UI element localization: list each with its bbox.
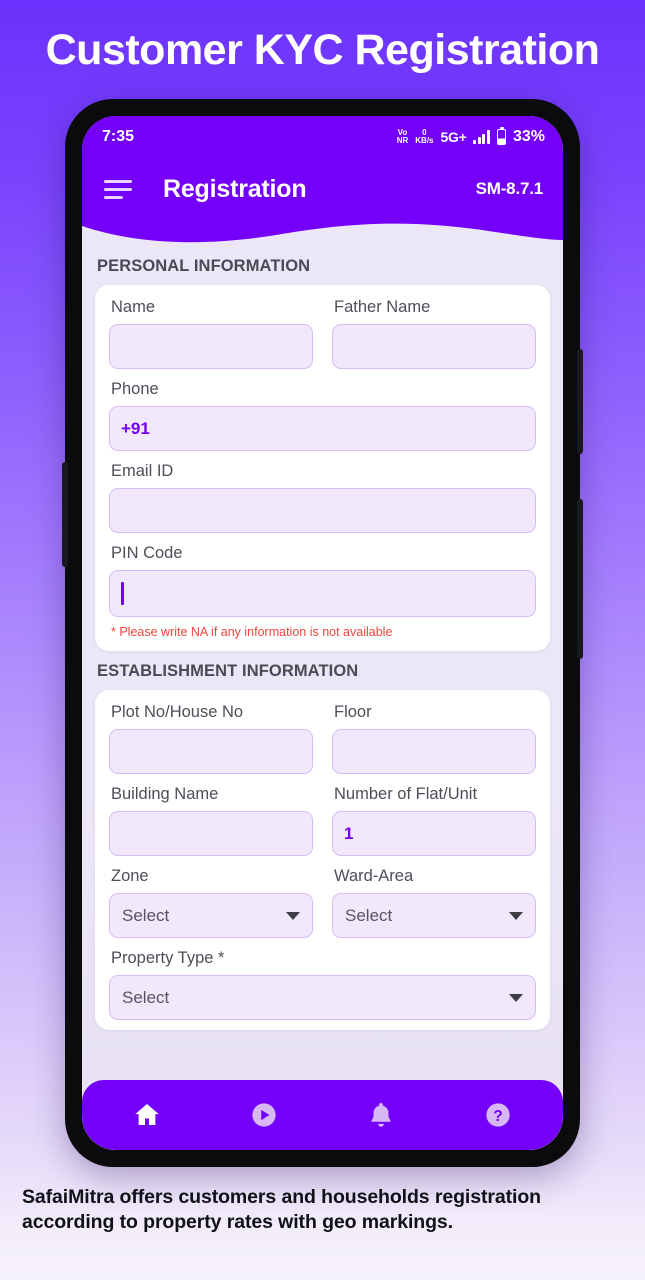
- label-zone: Zone: [111, 867, 149, 885]
- battery-percent-label: 33%: [512, 128, 545, 145]
- label-email: Email ID: [111, 462, 174, 480]
- input-father-name[interactable]: [332, 324, 536, 369]
- label-pin-code: PIN Code: [111, 544, 183, 562]
- network-type-label: 5G+: [440, 129, 467, 145]
- field-ward-area: Ward-Area Select: [332, 867, 536, 938]
- bottom-navigation-bar: ?: [82, 1080, 563, 1150]
- input-floor[interactable]: [332, 729, 536, 774]
- battery-icon: [496, 126, 506, 145]
- play-circle-icon: [249, 1100, 279, 1130]
- label-property-type: Property Type *: [111, 949, 225, 967]
- input-building-name[interactable]: [109, 811, 313, 856]
- field-row-plot-floor: Plot No/House No Floor: [109, 703, 536, 774]
- label-phone: Phone: [111, 380, 159, 398]
- field-zone: Zone Select: [109, 867, 313, 938]
- field-row-building-flat: Building Name Number of Flat/Unit 1: [109, 785, 536, 856]
- hamburger-menu-icon[interactable]: [104, 179, 132, 199]
- signal-bars-icon: [473, 130, 490, 144]
- svg-text:?: ?: [494, 1108, 504, 1125]
- field-pin-code: PIN Code: [109, 544, 536, 617]
- page-title: Customer KYC Registration: [45, 26, 600, 74]
- help-circle-icon: ?: [483, 1100, 513, 1130]
- data-rate-indicator: 0 KB/s: [415, 128, 434, 145]
- label-floor: Floor: [334, 703, 372, 721]
- app-bar: Registration SM-8.7.1: [82, 158, 563, 220]
- input-number-of-flat[interactable]: 1: [332, 811, 536, 856]
- label-name: Name: [111, 298, 156, 316]
- input-phone[interactable]: +91: [109, 406, 536, 451]
- phone-side-button-power: [577, 349, 583, 454]
- nav-item-notifications[interactable]: [353, 1091, 409, 1139]
- field-plot-no: Plot No/House No: [109, 703, 313, 774]
- field-email: Email ID: [109, 462, 536, 533]
- app-bar-title: Registration: [163, 174, 307, 203]
- label-plot-no: Plot No/House No: [111, 703, 244, 721]
- text-cursor: [121, 582, 124, 605]
- status-bar: 7:35 Vo NR 0 KB/s 5G+ 33%: [82, 116, 563, 158]
- phone-side-button-left: [62, 462, 68, 567]
- phone-screen: 7:35 Vo NR 0 KB/s 5G+ 33% Registration S…: [82, 116, 563, 1150]
- label-father-name: Father Name: [334, 298, 431, 316]
- field-building-name: Building Name: [109, 785, 313, 856]
- status-bar-indicators: Vo NR 0 KB/s 5G+ 33%: [396, 126, 545, 146]
- field-row-name: Name Father Name: [109, 298, 536, 369]
- bell-icon: [366, 1100, 396, 1130]
- nav-item-home[interactable]: [119, 1091, 175, 1139]
- field-number-of-flat: Number of Flat/Unit 1: [332, 785, 536, 856]
- home-icon: [132, 1100, 162, 1130]
- dropdown-property-type-value: Select: [122, 987, 170, 1007]
- chevron-down-icon: [509, 911, 523, 920]
- dropdown-ward-area[interactable]: Select: [332, 893, 536, 938]
- field-property-type: Property Type * Select: [109, 949, 536, 1020]
- section-header-personal: PERSONAL INFORMATION: [97, 257, 311, 275]
- input-email[interactable]: [109, 488, 536, 533]
- label-number-of-flat: Number of Flat/Unit: [334, 785, 478, 803]
- nav-item-help[interactable]: ?: [470, 1091, 526, 1139]
- phone-side-button-volume: [577, 499, 583, 659]
- form-scroll-area[interactable]: PERSONAL INFORMATION Name Father Name Ph…: [82, 246, 563, 1150]
- form-hint-text: * Please write NA if any information is …: [111, 625, 393, 639]
- wave-divider: [82, 219, 563, 246]
- chevron-down-icon: [286, 911, 300, 920]
- field-name: Name: [109, 298, 313, 369]
- section-header-establishment: ESTABLISHMENT INFORMATION: [97, 662, 359, 680]
- page-caption: SafaiMitra offers customers and househol…: [22, 1186, 541, 1233]
- dropdown-zone[interactable]: Select: [109, 893, 313, 938]
- input-pin-code[interactable]: [109, 570, 536, 617]
- label-building-name: Building Name: [111, 785, 219, 803]
- field-floor: Floor: [332, 703, 536, 774]
- input-plot-no[interactable]: [109, 729, 313, 774]
- input-name[interactable]: [109, 324, 313, 369]
- field-row-zone-ward: Zone Select Ward-Area Select: [109, 867, 536, 938]
- establishment-information-card: Plot No/House No Floor Building Name Num…: [95, 690, 550, 1030]
- personal-information-card: Name Father Name Phone +91 Email ID PIN …: [95, 285, 550, 651]
- field-phone: Phone +91: [109, 380, 536, 451]
- dropdown-zone-value: Select: [122, 905, 170, 925]
- status-bar-time: 7:35: [102, 128, 135, 145]
- app-version-label: SM-8.7.1: [475, 179, 544, 198]
- label-ward-area: Ward-Area: [334, 867, 414, 885]
- dropdown-property-type[interactable]: Select: [109, 975, 536, 1020]
- phone-frame: 7:35 Vo NR 0 KB/s 5G+ 33% Registration S…: [62, 99, 583, 1167]
- field-father-name: Father Name: [332, 298, 536, 369]
- vonr-icon: Vo NR: [396, 128, 409, 145]
- nav-item-play[interactable]: [236, 1091, 292, 1139]
- chevron-down-icon: [509, 993, 523, 1002]
- dropdown-ward-area-value: Select: [345, 905, 393, 925]
